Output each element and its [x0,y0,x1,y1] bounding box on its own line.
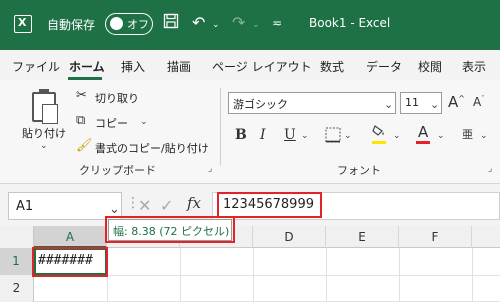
tab-draw[interactable]: 描画 [167,58,191,75]
autosave-label: 自動保存 [47,18,96,32]
ribbon-tabs: ファイル ホーム 挿入 描画 ページ レイアウト 数式 データ 校閲 表示 [0,50,500,80]
insert-function-icon[interactable]: fx [187,194,201,212]
font-name-value: 游ゴシック [233,98,288,111]
scissors-icon[interactable]: ✂ [76,88,87,103]
cell-a1-highlight [32,247,108,277]
cancel-entry-icon[interactable]: ✕ [138,196,151,215]
column-header-e[interactable]: E [326,226,399,248]
font-group-label: フォント [337,164,381,177]
row-header-2[interactable]: 2 [0,275,34,302]
title-bar: 自動保存 オフ ↶ ⌄ ↷ ⌄ ≂ Book1 - Excel [0,0,500,50]
font-size-chevron-icon: ⌄ [430,98,440,111]
font-name-select[interactable]: 游ゴシック ⌄ [228,92,396,114]
italic-button[interactable]: I [260,127,266,143]
tab-file[interactable]: ファイル [12,58,60,75]
customize-toolbar-icon[interactable]: ≂ [272,16,282,30]
tab-page-layout[interactable]: ページ レイアウト [212,58,312,75]
excel-logo-icon [14,15,32,33]
redo-dropdown-chevron-icon[interactable]: ⌄ [252,20,260,30]
font-color-swatch [416,141,430,144]
document-title: Book1 - Excel [309,16,391,30]
clipboard-launcher-icon[interactable]: ⌟ [208,164,212,174]
fill-color-icon[interactable] [371,124,387,142]
autosave-toggle[interactable]: オフ [105,13,153,35]
formula-value-highlight [217,192,322,218]
tab-data[interactable]: データ [366,58,402,75]
phonetic-guide-icon[interactable]: 亜 [462,126,473,142]
confirm-entry-icon[interactable]: ✓ [160,196,173,215]
tab-insert[interactable]: 挿入 [121,58,145,75]
group-divider [220,88,221,166]
undo-icon[interactable]: ↶ [192,13,205,32]
toggle-knob [110,17,123,30]
select-all-corner[interactable] [0,226,34,248]
tooltip-highlight [105,216,235,243]
copy-dropdown-chevron-icon[interactable]: ⌄ [140,117,148,127]
tab-view[interactable]: 表示 [462,58,486,75]
font-name-chevron-icon: ⌄ [384,98,394,111]
format-painter-label[interactable]: 書式のコピー/貼り付け [95,140,209,156]
bold-button[interactable]: B [235,127,247,143]
redo-icon[interactable]: ↷ [232,13,245,32]
tab-review[interactable]: 校閲 [418,58,442,75]
clipboard-group-label: クリップボード [79,164,156,177]
font-launcher-icon[interactable]: ⌟ [488,164,492,174]
name-box-chevron-icon: ⌄ [109,202,120,217]
phonetic-chevron-icon[interactable]: ⌄ [480,131,488,141]
fill-color-swatch [372,141,386,144]
copy-icon[interactable]: ⧉ [76,113,85,128]
increase-font-size-icon[interactable]: A^ [448,93,465,111]
font-color-chevron-icon[interactable]: ⌄ [437,131,445,141]
tab-formulas[interactable]: 数式 [320,58,344,75]
name-box-value: A1 [16,199,34,214]
borders-chevron-icon[interactable]: ⌄ [344,131,352,141]
format-painter-icon[interactable]: 🖌 [76,138,93,153]
underline-button[interactable]: U [284,127,296,143]
row-header-1[interactable]: 1 [0,248,34,275]
column-header-d[interactable]: D [253,226,326,248]
font-size-value: 11 [405,96,419,109]
borders-icon[interactable] [325,127,341,147]
cut-button-label[interactable]: 切り取り [95,90,139,106]
column-header-f[interactable]: F [399,226,472,248]
paste-button-label[interactable]: 貼り付け [22,125,66,141]
tab-home[interactable]: ホーム [69,58,105,75]
font-color-icon[interactable]: A [418,123,428,141]
paste-icon[interactable] [32,89,58,124]
font-size-select[interactable]: 11 ⌄ [400,92,442,114]
underline-chevron-icon[interactable]: ⌄ [301,131,309,141]
decrease-font-size-icon[interactable]: Aˇ [473,95,485,109]
save-icon[interactable] [163,13,179,33]
fill-color-chevron-icon[interactable]: ⌄ [393,131,401,141]
undo-dropdown-chevron-icon[interactable]: ⌄ [212,20,220,30]
toggle-state-text: オフ [127,18,149,31]
column-header-a[interactable]: A [34,226,107,248]
paste-dropdown-chevron-icon[interactable]: ⌄ [40,141,48,151]
copy-button-label[interactable]: コピー [95,115,128,131]
